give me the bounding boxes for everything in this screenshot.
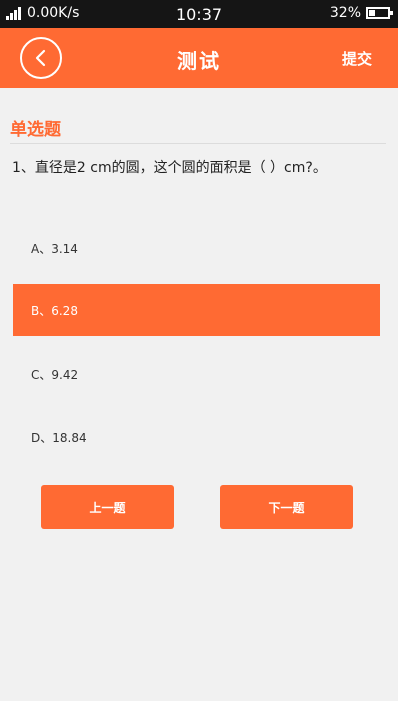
battery-fill [369,10,375,16]
battery-tip [390,11,393,15]
section-divider [10,143,386,144]
next-question-button[interactable]: 下一题 [220,485,353,529]
submit-button[interactable]: 提交 [342,48,372,69]
section-title: 单选题 [10,120,61,140]
option-label: C、9.42 [31,367,79,382]
app-header: 测试 提交 [0,28,398,88]
option-label: D、18.84 [31,430,87,445]
option-label: B、6.28 [31,303,78,318]
prev-question-button[interactable]: 上一题 [41,485,174,529]
status-right: 32% [329,5,393,21]
option-b[interactable]: B、6.28 [13,284,380,336]
option-label: A、3.14 [31,241,78,256]
option-a[interactable]: A、3.14 [13,222,380,274]
status-bar: 0.00K/s 10:37 32% [0,0,398,28]
battery-percent: 32% [329,5,361,21]
page-title: 测试 [177,49,221,73]
option-d[interactable]: D、18.84 [13,411,380,463]
option-c[interactable]: C、9.42 [13,348,380,400]
question-text: 1、直径是2 cm的圆，这个圆的面积是（ ）cm?。 [12,160,327,176]
battery-icon [366,7,393,19]
